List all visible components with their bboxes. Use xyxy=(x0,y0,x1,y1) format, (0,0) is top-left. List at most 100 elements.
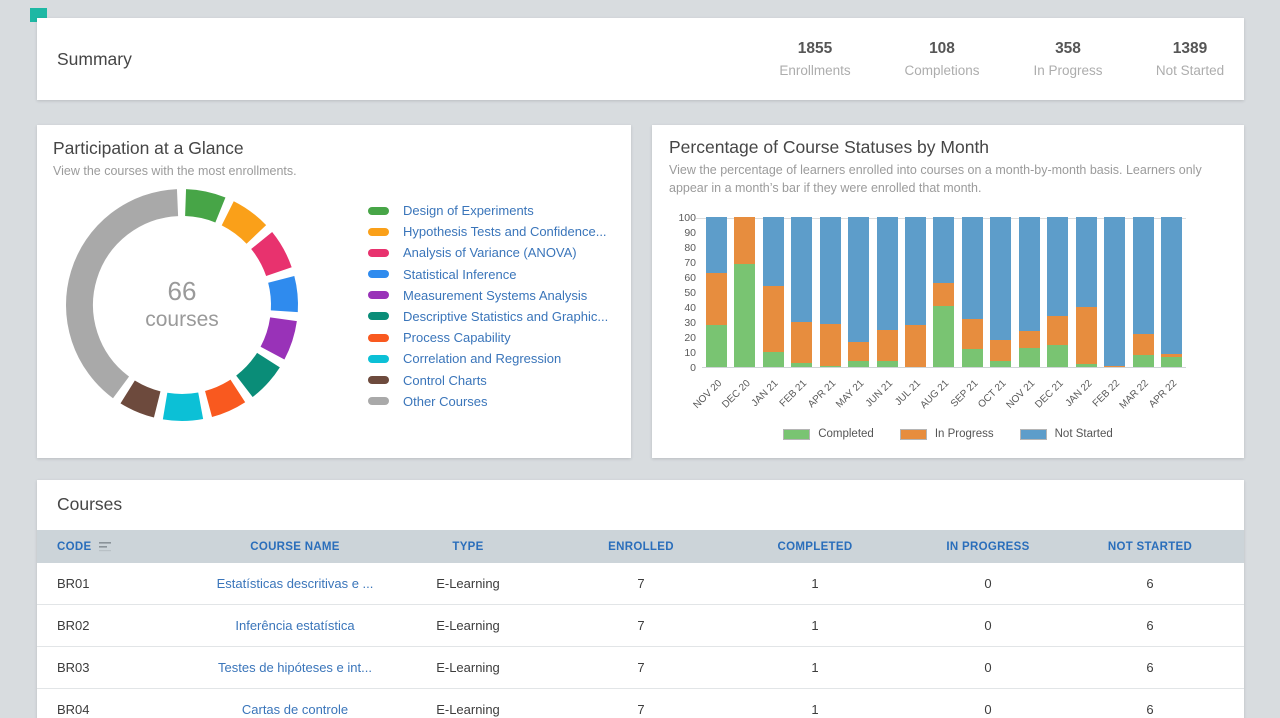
column-header-code[interactable]: CODE xyxy=(57,541,197,553)
stacked-bar[interactable] xyxy=(820,217,841,367)
bar-segment-completed[interactable] xyxy=(848,361,869,367)
donut-segment[interactable] xyxy=(228,213,257,234)
bar-segment-not-started[interactable] xyxy=(791,217,812,322)
stacked-bar[interactable] xyxy=(734,217,755,367)
bar-segment-not-started[interactable] xyxy=(848,217,869,342)
bar-segment-not-started[interactable] xyxy=(1133,217,1154,334)
bar-segment-in-progress[interactable] xyxy=(877,330,898,362)
stacked-bar[interactable] xyxy=(706,217,727,367)
stacked-bar[interactable] xyxy=(1133,217,1154,367)
bar-segment-completed[interactable] xyxy=(1161,357,1182,368)
donut-segment[interactable] xyxy=(244,360,268,386)
column-header-not-started[interactable]: NOT STARTED xyxy=(1085,541,1215,553)
bar-segment-in-progress[interactable] xyxy=(1104,366,1125,368)
bar-segment-not-started[interactable] xyxy=(1076,217,1097,307)
bar-segment-in-progress[interactable] xyxy=(848,342,869,362)
legend-item-label[interactable]: Hypothesis Tests and Confidence... xyxy=(403,224,607,239)
bar-segment-in-progress[interactable] xyxy=(820,324,841,366)
legend-item-label[interactable]: Measurement Systems Analysis xyxy=(403,288,587,303)
stacked-bar[interactable] xyxy=(990,217,1011,367)
bar-segment-in-progress[interactable] xyxy=(905,325,926,367)
bar-segment-completed[interactable] xyxy=(820,366,841,368)
bar-segment-completed[interactable] xyxy=(933,306,954,368)
legend-item-label[interactable]: Process Capability xyxy=(403,330,511,345)
bar-segment-in-progress[interactable] xyxy=(763,286,784,352)
donut-segment[interactable] xyxy=(165,406,201,408)
bar-segment-not-started[interactable] xyxy=(962,217,983,319)
stacked-bar[interactable] xyxy=(1019,217,1040,367)
stacked-bar[interactable] xyxy=(877,217,898,367)
stacked-bar[interactable] xyxy=(763,217,784,367)
bar-segment-in-progress[interactable] xyxy=(1133,334,1154,355)
donut-segment[interactable] xyxy=(262,240,279,271)
bar-segment-completed[interactable] xyxy=(962,349,983,367)
bar-segment-in-progress[interactable] xyxy=(1019,331,1040,348)
donut-segment[interactable] xyxy=(186,203,221,210)
bar-segment-in-progress[interactable] xyxy=(1047,316,1068,345)
column-header-enrolled[interactable]: ENROLLED xyxy=(543,541,739,553)
stacked-bar[interactable] xyxy=(1047,217,1068,367)
bar-segment-not-started[interactable] xyxy=(1161,217,1182,354)
course-link[interactable]: Testes de hipóteses e int... xyxy=(218,660,372,675)
bar-segment-completed[interactable] xyxy=(1019,348,1040,368)
bar-segment-completed[interactable] xyxy=(734,264,755,368)
course-link[interactable]: Estatísticas descritivas e ... xyxy=(217,576,374,591)
bar-segment-not-started[interactable] xyxy=(990,217,1011,340)
bar-segment-not-started[interactable] xyxy=(905,217,926,325)
legend-item-label[interactable]: Control Charts xyxy=(403,373,487,388)
bar-segment-in-progress[interactable] xyxy=(1076,307,1097,364)
bar-segment-completed[interactable] xyxy=(791,363,812,368)
bar-segment-not-started[interactable] xyxy=(877,217,898,330)
column-header-course-name[interactable]: COURSE NAME xyxy=(197,541,393,553)
donut-segment[interactable] xyxy=(281,279,284,311)
course-link[interactable]: Cartas de controle xyxy=(242,702,348,717)
donut-segment[interactable] xyxy=(273,319,284,353)
bar-segment-in-progress[interactable] xyxy=(706,273,727,326)
bar-segment-completed[interactable] xyxy=(877,361,898,367)
bar-segment-completed[interactable] xyxy=(1076,364,1097,367)
bar-legend-item: Completed xyxy=(783,428,874,440)
legend-item-label[interactable]: Statistical Inference xyxy=(403,267,516,282)
stacked-bar[interactable] xyxy=(848,217,869,367)
legend-item-label[interactable]: Correlation and Regression xyxy=(403,351,561,366)
legend-item-label[interactable]: Other Courses xyxy=(403,394,488,409)
legend-item-label[interactable]: Descriptive Statistics and Graphic... xyxy=(403,309,608,324)
stacked-bar[interactable] xyxy=(905,217,926,367)
course-link[interactable]: Inferência estatística xyxy=(235,618,354,633)
column-header-completed[interactable]: COMPLETED xyxy=(739,541,891,553)
stat-label: Enrollments xyxy=(745,63,885,78)
bar-segment-in-progress[interactable] xyxy=(990,340,1011,361)
summary-stat: 1389Not Started xyxy=(1120,40,1260,78)
bar-segment-not-started[interactable] xyxy=(1047,217,1068,316)
bar-segment-completed[interactable] xyxy=(763,352,784,367)
bar-segment-not-started[interactable] xyxy=(1104,217,1125,366)
donut-segment[interactable] xyxy=(79,203,177,388)
column-header-in-progress[interactable]: IN PROGRESS xyxy=(891,541,1085,553)
x-axis-label: DEC 20 xyxy=(720,378,753,411)
legend-item-label[interactable]: Analysis of Variance (ANOVA) xyxy=(403,245,577,260)
column-header-type[interactable]: TYPE xyxy=(393,541,543,553)
legend-item-label[interactable]: Design of Experiments xyxy=(403,203,534,218)
bar-segment-completed[interactable] xyxy=(1133,355,1154,367)
sort-icon[interactable] xyxy=(99,541,112,552)
stacked-bar[interactable] xyxy=(791,217,812,367)
donut-segment[interactable] xyxy=(209,391,238,404)
bar-segment-in-progress[interactable] xyxy=(791,322,812,363)
bar-segment-in-progress[interactable] xyxy=(734,217,755,264)
bar-segment-completed[interactable] xyxy=(990,361,1011,367)
stacked-bar[interactable] xyxy=(962,217,983,367)
bar-segment-completed[interactable] xyxy=(1047,345,1068,368)
stacked-bar[interactable] xyxy=(933,217,954,367)
stacked-bar[interactable] xyxy=(1161,217,1182,367)
bar-segment-not-started[interactable] xyxy=(763,217,784,286)
stacked-bar[interactable] xyxy=(1076,217,1097,367)
stacked-bar[interactable] xyxy=(1104,217,1125,367)
bar-segment-not-started[interactable] xyxy=(706,217,727,273)
bar-segment-not-started[interactable] xyxy=(820,217,841,324)
bar-segment-in-progress[interactable] xyxy=(962,319,983,349)
donut-segment[interactable] xyxy=(128,392,158,405)
bar-segment-completed[interactable] xyxy=(706,325,727,367)
bar-segment-not-started[interactable] xyxy=(933,217,954,283)
bar-segment-in-progress[interactable] xyxy=(933,283,954,306)
bar-segment-not-started[interactable] xyxy=(1019,217,1040,331)
